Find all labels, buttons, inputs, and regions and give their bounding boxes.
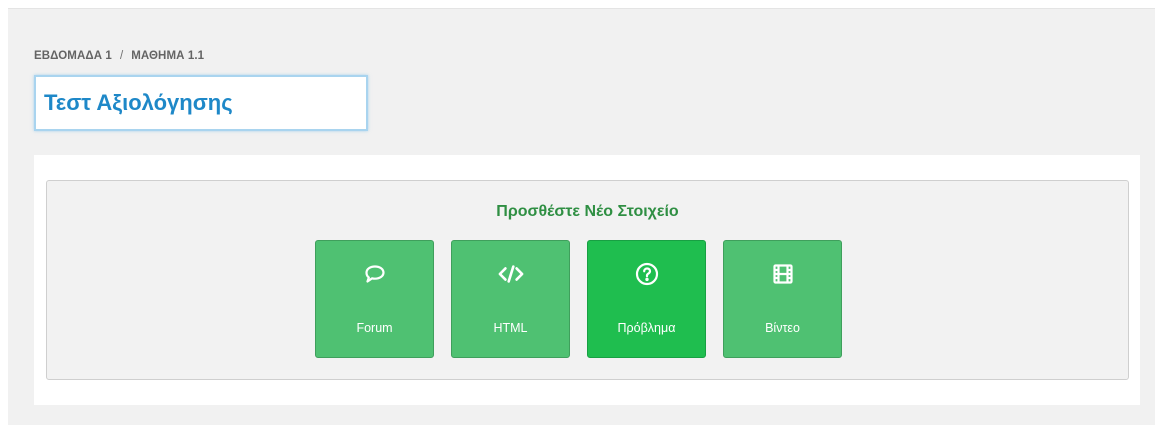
unit-title-input[interactable] <box>34 75 368 131</box>
film-icon <box>770 261 796 287</box>
add-new-component-box: Προσθέστε Νέο Στοιχείο Forum HTML Πρόβλη… <box>46 180 1129 380</box>
speech-bubble-icon <box>362 261 388 287</box>
add-html-button[interactable]: HTML <box>451 240 570 358</box>
content-panel: Προσθέστε Νέο Στοιχείο Forum HTML Πρόβλη… <box>34 155 1140 405</box>
breadcrumb-lesson[interactable]: ΜΑΘΗΜΑ 1.1 <box>131 50 204 62</box>
add-forum-button[interactable]: Forum <box>315 240 434 358</box>
add-video-button[interactable]: Βίντεο <box>723 240 842 358</box>
add-new-component-heading: Προσθέστε Νέο Στοιχείο <box>496 203 679 220</box>
question-circle-icon <box>634 261 660 287</box>
add-video-label: Βίντεο <box>765 321 800 335</box>
add-forum-label: Forum <box>356 321 393 335</box>
add-problem-button[interactable]: Πρόβλημα <box>587 240 706 358</box>
breadcrumb-week[interactable]: ΕΒΔΟΜΑΔΑ 1 <box>34 50 112 62</box>
breadcrumb-separator: / <box>119 50 124 62</box>
code-icon <box>498 261 524 287</box>
add-problem-label: Πρόβλημα <box>617 321 676 335</box>
breadcrumb: ΕΒΔΟΜΑΔΑ 1 / ΜΑΘΗΜΑ 1.1 <box>34 50 204 62</box>
component-type-buttons: Forum HTML Πρόβλημα Βίντεο <box>315 240 842 358</box>
add-html-label: HTML <box>493 321 528 335</box>
